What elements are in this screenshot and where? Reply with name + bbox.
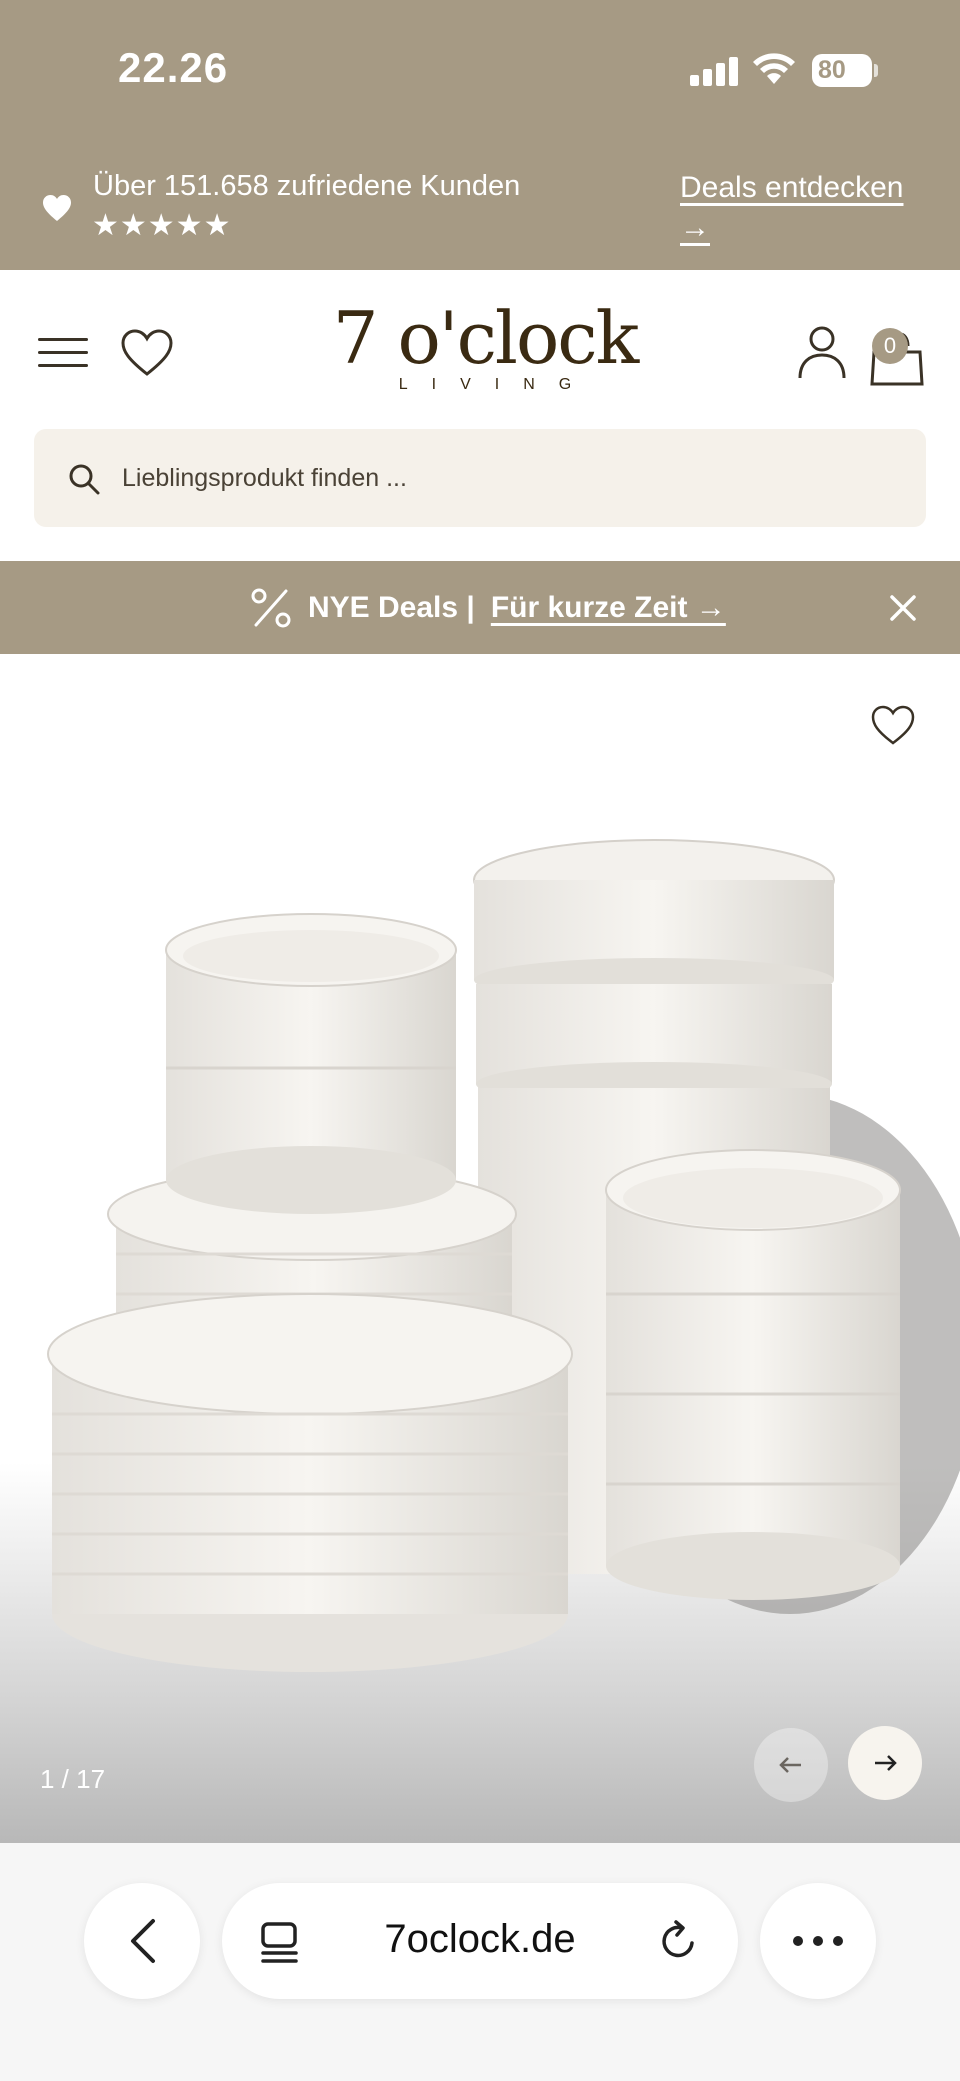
large-plate-stack: [47, 1293, 573, 1672]
close-icon[interactable]: [884, 589, 922, 627]
battery-indicator: 80: [812, 54, 872, 87]
deals-link-arrow: →: [680, 211, 710, 244]
browser-more-button[interactable]: [760, 1883, 876, 1999]
product-photo-dinnerware: [47, 839, 960, 1672]
rating-stars: ★★★★★: [92, 209, 232, 242]
battery-tip: [874, 64, 878, 77]
search-input[interactable]: [122, 429, 882, 527]
percent-icon: [251, 588, 291, 627]
deals-link-label: Deals entdecken: [680, 171, 904, 204]
menu-icon: [38, 338, 88, 341]
small-bowl-stack: [165, 913, 457, 1214]
customer-count-text: Über 151.658 zufriedene Kunden: [93, 170, 521, 202]
logo-wordmark: 7 o'clock: [332, 296, 640, 380]
cart-count-badge: 0: [872, 328, 908, 364]
search-icon: [69, 464, 100, 495]
gallery-prev-button[interactable]: [754, 1728, 828, 1802]
deals-entdecken-link[interactable]: Deals entdecken →: [680, 168, 920, 248]
gallery-counter: 1 / 17: [40, 1764, 106, 1794]
menu-button[interactable]: [38, 336, 90, 370]
deal-label: NYE Deals |: [308, 590, 475, 624]
deal-banner: NYE Deals | Für kurze Zeit →: [0, 561, 960, 654]
wifi-icon: [753, 53, 795, 84]
status-time: 22.26: [118, 44, 229, 91]
back-chevron-icon: [131, 1919, 155, 1963]
gallery-next-button[interactable]: [848, 1726, 922, 1800]
arrow-left-icon: [779, 1757, 801, 1773]
deal-banner-content: NYE Deals | Für kurze Zeit →: [250, 561, 726, 654]
account-icon[interactable]: [796, 324, 848, 380]
wishlist-heart-icon[interactable]: [120, 328, 174, 378]
reload-icon[interactable]: [656, 1919, 700, 1963]
more-icon: [793, 1936, 843, 1946]
browser-toolbar: 7oclock.de: [0, 1843, 960, 2081]
browser-back-button[interactable]: [84, 1883, 200, 1999]
search-bar[interactable]: [34, 429, 926, 527]
site-header: 7 o'clock LIVING 0: [0, 270, 960, 560]
heart-icon: [43, 195, 71, 221]
wishlist-heart-icon[interactable]: [870, 704, 916, 746]
battery-level: 80: [818, 56, 846, 84]
cellular-signal-icon: [690, 56, 738, 86]
address-bar[interactable]: 7oclock.de: [222, 1883, 738, 1999]
front-bowl-stack: [605, 1149, 901, 1600]
cart-button[interactable]: 0: [868, 328, 928, 388]
deal-link[interactable]: Für kurze Zeit →: [491, 591, 726, 625]
product-image-gallery[interactable]: 1 / 17: [0, 654, 960, 1843]
site-logo[interactable]: 7 o'clock LIVING: [320, 300, 650, 400]
top-banner: 22.26 80 Über 151.658 zufriedene Kunden …: [0, 0, 960, 270]
arrow-right-icon: [875, 1755, 897, 1771]
